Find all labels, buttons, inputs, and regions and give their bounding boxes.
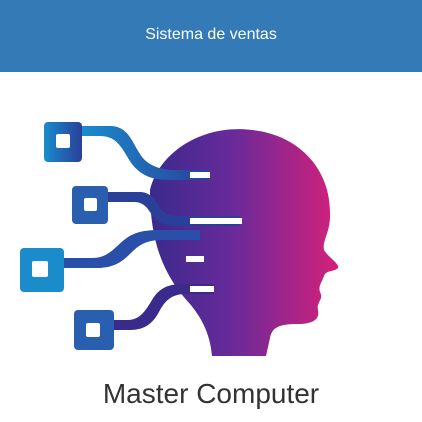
logo [0, 72, 422, 372]
header-title[interactable]: Sistema de ventas [145, 26, 277, 44]
circuit-trace-2 [190, 218, 242, 224]
circuit-trace-3 [186, 256, 204, 262]
circuit-trace-1 [190, 172, 210, 178]
ai-head-circuit-icon [20, 122, 339, 356]
app-header: Sistema de ventas [0, 0, 422, 72]
brand-name: Master Computer [102, 378, 320, 409]
head-silhouette [150, 129, 339, 356]
circuit-trace-4 [190, 286, 214, 292]
